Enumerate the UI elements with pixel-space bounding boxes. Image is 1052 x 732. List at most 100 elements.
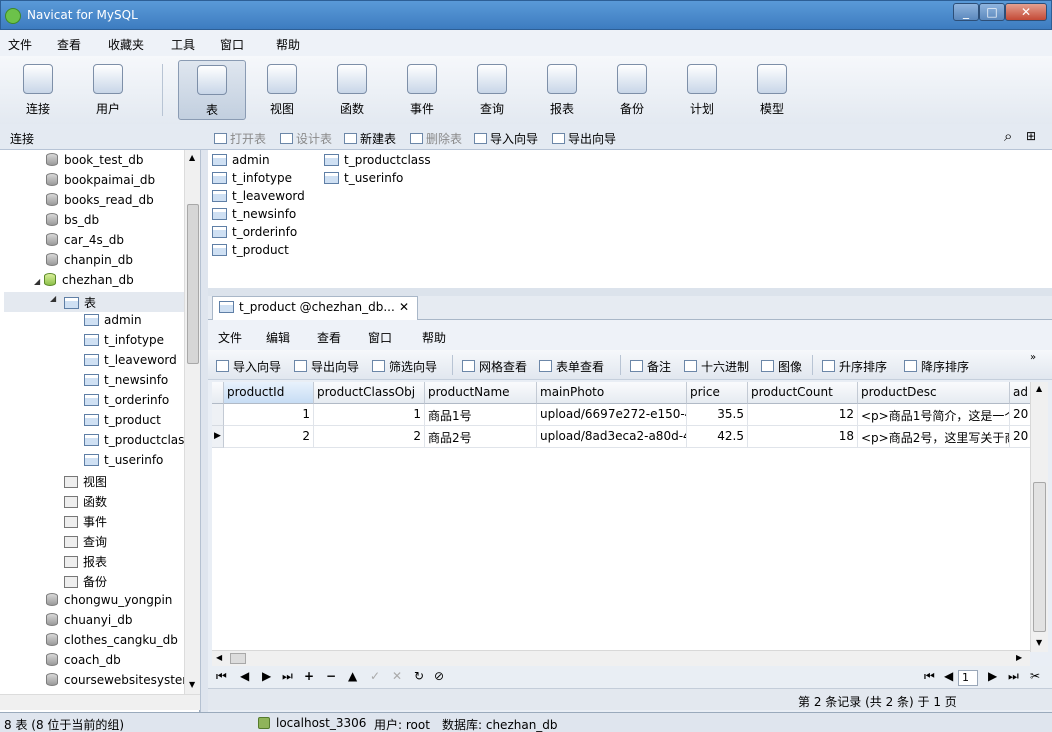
add-record-icon[interactable]: + bbox=[304, 669, 314, 683]
menu-window[interactable]: 窗口 bbox=[220, 36, 244, 53]
tree-db-coursewebsite[interactable]: coursewebsitesyster bbox=[46, 673, 187, 687]
sort-descending-button[interactable]: 降序排序 bbox=[904, 358, 969, 375]
grid-cell[interactable]: upload/8ad3eca2-a80d-4 bbox=[537, 426, 687, 448]
user-button[interactable]: 用户 bbox=[75, 60, 141, 120]
delete-record-icon[interactable]: − bbox=[326, 669, 336, 683]
tree-db-bookpaimai[interactable]: bookpaimai_db bbox=[46, 173, 155, 187]
grid-cell[interactable]: 35.5 bbox=[687, 404, 748, 426]
tree-db-chezhan[interactable]: ◢ chezhan_db bbox=[34, 273, 134, 287]
search-icon[interactable]: ⌕ bbox=[1004, 127, 1012, 145]
backup-button[interactable]: 备份 bbox=[599, 60, 665, 120]
menu-view[interactable]: 查看 bbox=[57, 36, 81, 53]
tree-views-group[interactable]: 视图 bbox=[64, 473, 107, 490]
table-menu-help[interactable]: 帮助 bbox=[422, 329, 446, 346]
tree-table-userinfo[interactable]: t_userinfo bbox=[84, 453, 163, 467]
menu-help[interactable]: 帮助 bbox=[276, 36, 300, 53]
grid-cell[interactable]: 商品1号 bbox=[425, 404, 537, 426]
tree-table-infotype[interactable]: t_infotype bbox=[84, 333, 164, 347]
model-button[interactable]: 模型 bbox=[739, 60, 805, 120]
grid-cell[interactable]: upload/6697e272-e150-4 bbox=[537, 404, 687, 426]
object-t-infotype[interactable]: t_infotype bbox=[212, 171, 292, 185]
scroll-right-arrow-icon[interactable]: ▶ bbox=[1016, 653, 1022, 662]
tree-events-group[interactable]: 事件 bbox=[64, 513, 107, 530]
restore-button[interactable]: □ bbox=[979, 3, 1005, 21]
grid-cell[interactable]: 2 bbox=[314, 426, 425, 448]
close-button[interactable]: ✕ bbox=[1005, 3, 1047, 21]
grid-cell[interactable]: 1 bbox=[314, 404, 425, 426]
sort-ascending-button[interactable]: 升序排序 bbox=[822, 358, 887, 375]
vertical-splitter[interactable] bbox=[200, 150, 208, 712]
tree-db-chuanyi[interactable]: chuanyi_db bbox=[46, 613, 132, 627]
tree-db-chanpin[interactable]: chanpin_db bbox=[46, 253, 133, 267]
grid-cell[interactable]: 18 bbox=[748, 426, 858, 448]
tree-horizontal-scrollbar[interactable] bbox=[0, 694, 200, 710]
expand-arrow-icon[interactable]: ◢ bbox=[34, 277, 44, 286]
schedule-button[interactable]: 计划 bbox=[669, 60, 735, 120]
page-number-input[interactable]: 1 bbox=[958, 670, 978, 686]
function-button[interactable]: 函数 bbox=[319, 60, 385, 120]
object-t-productclass[interactable]: t_productclass bbox=[324, 153, 431, 167]
column-header-ad[interactable]: ad bbox=[1010, 382, 1030, 404]
new-table-button[interactable]: 新建表 bbox=[344, 130, 396, 147]
last-record-icon[interactable]: ⏭ bbox=[282, 669, 293, 684]
filter-wizard-button[interactable]: 筛选向导 bbox=[372, 358, 437, 375]
refresh-icon[interactable]: ↻ bbox=[414, 669, 424, 683]
menu-favorites[interactable]: 收藏夹 bbox=[108, 36, 144, 53]
scrollbar-thumb[interactable] bbox=[187, 204, 199, 364]
next-record-icon[interactable]: ▶ bbox=[262, 669, 271, 683]
grid-view-button[interactable]: 网格查看 bbox=[462, 358, 527, 375]
table-button[interactable]: 表 bbox=[178, 60, 246, 120]
tree-table-newsinfo[interactable]: t_newsinfo bbox=[84, 373, 168, 387]
report-button[interactable]: 报表 bbox=[529, 60, 595, 120]
prev-page-icon[interactable]: ◀ bbox=[944, 669, 953, 683]
grid-cell[interactable]: 20 bbox=[1010, 426, 1030, 448]
import-wizard-button[interactable]: 导入向导 bbox=[474, 130, 538, 147]
grid-cell[interactable]: <p>商品2号，这里写关于商 bbox=[858, 426, 1010, 448]
column-header-productName[interactable]: productName bbox=[425, 382, 537, 404]
scrollbar-thumb[interactable] bbox=[1033, 482, 1046, 632]
expand-arrow-icon[interactable]: ◢ bbox=[50, 294, 60, 303]
column-header-productClassObj[interactable]: productClassObj bbox=[314, 382, 425, 404]
grid-view-icon[interactable]: ⊞ bbox=[1026, 129, 1036, 143]
object-t-product[interactable]: t_product bbox=[212, 243, 289, 257]
tree-db-bs[interactable]: bs_db bbox=[46, 213, 99, 227]
table-menu-window[interactable]: 窗口 bbox=[368, 329, 392, 346]
row-indicator[interactable] bbox=[212, 404, 224, 426]
tree-db-car-4s[interactable]: car_4s_db bbox=[46, 233, 124, 247]
tree-backups-group[interactable]: 备份 bbox=[64, 573, 107, 590]
object-admin[interactable]: admin bbox=[212, 153, 270, 167]
object-t-newsinfo[interactable]: t_newsinfo bbox=[212, 207, 296, 221]
image-button[interactable]: 图像 bbox=[761, 358, 802, 375]
tree-table-productclass[interactable]: t_productclass bbox=[84, 433, 191, 447]
scrollbar-thumb[interactable] bbox=[230, 653, 246, 664]
tree-tables-group[interactable]: ◢ 表 bbox=[4, 292, 184, 312]
tree-db-chongwu-yongpin[interactable]: chongwu_yongpin bbox=[46, 593, 172, 607]
cancel-edit-icon[interactable]: ✕ bbox=[392, 669, 402, 683]
table-menu-view[interactable]: 查看 bbox=[317, 329, 341, 346]
grid-cell[interactable]: 12 bbox=[748, 404, 858, 426]
design-table-button[interactable]: 设计表 bbox=[280, 130, 332, 147]
tree-vertical-scrollbar[interactable]: ▲ ▼ bbox=[184, 150, 200, 694]
tab-t-product[interactable]: t_product @chezhan_db... ✕ bbox=[212, 296, 418, 320]
scroll-up-arrow-icon[interactable]: ▲ bbox=[1036, 384, 1042, 393]
tree-db-books-read[interactable]: books_read_db bbox=[46, 193, 154, 207]
edit-record-icon[interactable]: ▲ bbox=[348, 669, 357, 683]
next-page-icon[interactable]: ▶ bbox=[988, 669, 997, 683]
table-menu-edit[interactable]: 编辑 bbox=[266, 329, 290, 346]
tree-queries-group[interactable]: 查询 bbox=[64, 533, 107, 550]
page-settings-icon[interactable]: ✂ bbox=[1030, 669, 1040, 683]
grid-cell[interactable]: 1 bbox=[224, 404, 314, 426]
current-row-indicator-icon[interactable]: ▶ bbox=[212, 426, 224, 448]
table-menu-file[interactable]: 文件 bbox=[218, 329, 242, 346]
tree-table-product[interactable]: t_product bbox=[84, 413, 161, 427]
stop-icon[interactable]: ⊘ bbox=[434, 669, 444, 683]
grid-cell[interactable]: 42.5 bbox=[687, 426, 748, 448]
tree-db-book-test[interactable]: book_test_db bbox=[46, 153, 144, 167]
column-header-productCount[interactable]: productCount bbox=[748, 382, 858, 404]
export-wizard-button[interactable]: 导出向导 bbox=[552, 130, 616, 147]
horizontal-splitter[interactable] bbox=[208, 288, 1052, 296]
import-wizard-button[interactable]: 导入向导 bbox=[216, 358, 281, 375]
menu-tools[interactable]: 工具 bbox=[171, 36, 195, 53]
export-wizard-button[interactable]: 导出向导 bbox=[294, 358, 359, 375]
grid-cell[interactable]: <p>商品1号简介，这是一个 bbox=[858, 404, 1010, 426]
